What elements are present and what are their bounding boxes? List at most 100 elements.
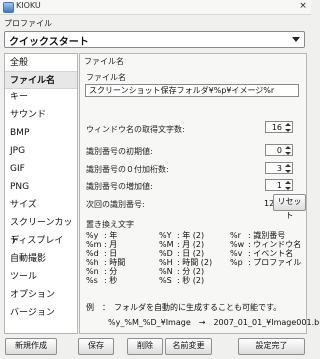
replacement-meaning: : 時間 (2) (177, 258, 213, 267)
replacement-code: %H (159, 258, 173, 267)
sidebar-item-gif[interactable]: GIF (5, 160, 77, 178)
sidebar-item-jpg[interactable]: JPG (5, 142, 77, 160)
close-icon[interactable]: × (297, 1, 309, 12)
window-title: KIOKU (16, 1, 41, 10)
window-name-length-stepper[interactable]: 16 (265, 121, 293, 133)
next-id-label: 次回の識別番号: (86, 200, 145, 209)
replacement-meaning: : イベント名 (248, 249, 294, 258)
id-increment-stepper[interactable]: 1 (265, 179, 293, 191)
sidebar-item-auto-capture[interactable]: 自動撮影 (5, 250, 77, 268)
settings-sidebar: 全般 ファイル名 キー サウンド BMP JPG GIF PNG サイズ スクリ… (4, 53, 78, 334)
sidebar-item-options[interactable]: オプション (5, 286, 77, 304)
sidebar-item-bmp[interactable]: BMP (5, 124, 77, 142)
replacement-meaning: : 分 (2) (177, 267, 205, 276)
stepper-up-icon[interactable] (284, 123, 291, 127)
replacement-meaning: : 月 (2) (177, 240, 205, 249)
replacement-column-padded-date: %Y : 年 (2) %M: 月 (2) %D : 日 (2) %H : 時間 (2)… (159, 231, 231, 285)
replacement-meaning: : 日 (104, 249, 118, 258)
sidebar-item-sound[interactable]: サウンド (5, 106, 77, 124)
new-profile-button[interactable]: 新規作成 (5, 338, 57, 355)
filename-label: ファイル名 (86, 73, 126, 82)
replacement-code: %Y (159, 231, 172, 240)
example-pattern: %y_%M_%D_¥Image → 2007_01_01_¥Image001.b… (108, 318, 320, 327)
delete-button[interactable]: 削除 (127, 338, 163, 355)
replacement-meaning: : 日 (2) (177, 249, 205, 258)
replacement-meaning: : 時間 (104, 258, 126, 267)
replacement-code: %m (86, 240, 102, 249)
sidebar-item-png[interactable]: PNG (5, 178, 77, 196)
replacement-row: %H : 時間 (2) (159, 258, 231, 267)
replacement-meaning: : 分 (104, 267, 118, 276)
stepper-down-icon[interactable] (284, 151, 291, 155)
replacement-code: %D (159, 249, 173, 258)
replacement-row: %n : 分 (86, 267, 158, 276)
sidebar-item-tools[interactable]: ツール (5, 268, 77, 286)
replacement-row: %y : 年 (86, 231, 158, 240)
rename-button[interactable]: 名前変更 (165, 338, 212, 355)
replacement-row: %p : プロファイル名 (230, 258, 302, 267)
sidebar-item-general[interactable]: 全般 (5, 54, 77, 72)
sidebar-item-size[interactable]: サイズ (5, 196, 77, 214)
profile-dropdown[interactable]: クイックスタート (4, 31, 305, 48)
panel-title: ファイル名 (84, 57, 124, 66)
replacement-column-date: %y : 年 %m: 月 %d : 日 %h: 時間 %n : 分 %s: 秒 (86, 231, 158, 285)
zero-padding-stepper[interactable]: 3 (265, 162, 293, 174)
replacement-code: %d (86, 249, 99, 258)
replacement-code: %r (230, 231, 241, 240)
id-increment-value: 1 (276, 181, 282, 190)
replacement-meaning: : プロファイル名 (248, 258, 302, 267)
stepper-up-icon[interactable] (284, 164, 291, 168)
replacement-code: %p (230, 258, 243, 267)
replacement-meaning: : 識別番号 (248, 231, 286, 240)
sidebar-item-screen-cut[interactable]: スクリーンカット (5, 214, 77, 246)
replacement-meaning: : 年 (2) (177, 231, 205, 240)
filename-input[interactable]: スクリーンショット保存フォルダ¥%p¥イメージ%r (85, 84, 299, 97)
stepper-down-icon[interactable] (284, 186, 291, 190)
zero-padding-value: 3 (276, 164, 282, 173)
replacement-meaning: : ウィンドウ名 (248, 240, 302, 249)
sidebar-item-filename[interactable]: ファイル名 (5, 71, 77, 89)
stepper-up-icon[interactable] (284, 146, 291, 150)
sidebar-item-display[interactable]: ディスプレイ (5, 232, 77, 250)
replacement-code: %w (230, 240, 245, 249)
initial-id-value: 0 (276, 146, 282, 155)
profile-selected-value: クイックスタート (9, 37, 89, 48)
save-button[interactable]: 保存 (78, 338, 114, 355)
title-bar: KIOKU × (0, 0, 311, 15)
zero-padding-label: 識別番号の０付加桁数: (86, 165, 169, 174)
sidebar-item-key[interactable]: キー (5, 88, 77, 106)
window-name-length-value: 16 (271, 123, 282, 132)
reset-button[interactable]: リセット (273, 194, 306, 220)
replacement-code: %n (86, 267, 99, 276)
filename-settings-panel: ファイル名 ファイル名 スクリーンショット保存フォルダ¥%p¥イメージ%r ウィ… (79, 53, 320, 334)
replacement-code: %y (86, 231, 99, 240)
stepper-down-icon[interactable] (284, 169, 291, 173)
replacement-row: %m: 月 (86, 240, 158, 249)
id-increment-label: 識別番号の増加値: (86, 182, 153, 191)
replacement-row: %N : 分 (2) (159, 267, 231, 276)
replacement-row: %h: 時間 (86, 258, 158, 267)
replacement-meaning: : 年 (104, 231, 118, 240)
chevron-down-icon[interactable] (292, 37, 300, 42)
stepper-down-icon[interactable] (284, 128, 291, 132)
sidebar-item-version[interactable]: バージョン (5, 304, 77, 322)
replacement-row: %D : 日 (2) (159, 249, 231, 258)
replacement-row: %r : 識別番号 (230, 231, 302, 240)
replacement-row: %d : 日 (86, 249, 158, 258)
initial-id-stepper[interactable]: 0 (265, 144, 293, 156)
replacement-code: %N (159, 267, 173, 276)
replacement-row: %M: 月 (2) (159, 240, 231, 249)
stepper-up-icon[interactable] (284, 181, 291, 185)
replacement-row: %Y : 年 (2) (159, 231, 231, 240)
replacement-row: %s: 秒 (86, 276, 158, 285)
initial-id-label: 識別番号の初期値: (86, 147, 153, 156)
replacement-code: %v (230, 249, 243, 258)
replacement-row: %v : イベント名 (230, 249, 302, 258)
replacement-meaning: : 月 (104, 240, 118, 249)
replacement-column-misc: %r : 識別番号 %w: ウィンドウ名 %v : イベント名 %p : プロファイル… (230, 231, 302, 267)
window-name-length-label: ウィンドウ名の取得文字数: (86, 125, 185, 134)
replacement-meaning: : 秒 (2) (177, 276, 205, 285)
profile-label: プロファイル (4, 19, 52, 28)
done-button[interactable]: 設定完了 (238, 338, 305, 355)
replacement-row: %w: ウィンドウ名 (230, 240, 302, 249)
